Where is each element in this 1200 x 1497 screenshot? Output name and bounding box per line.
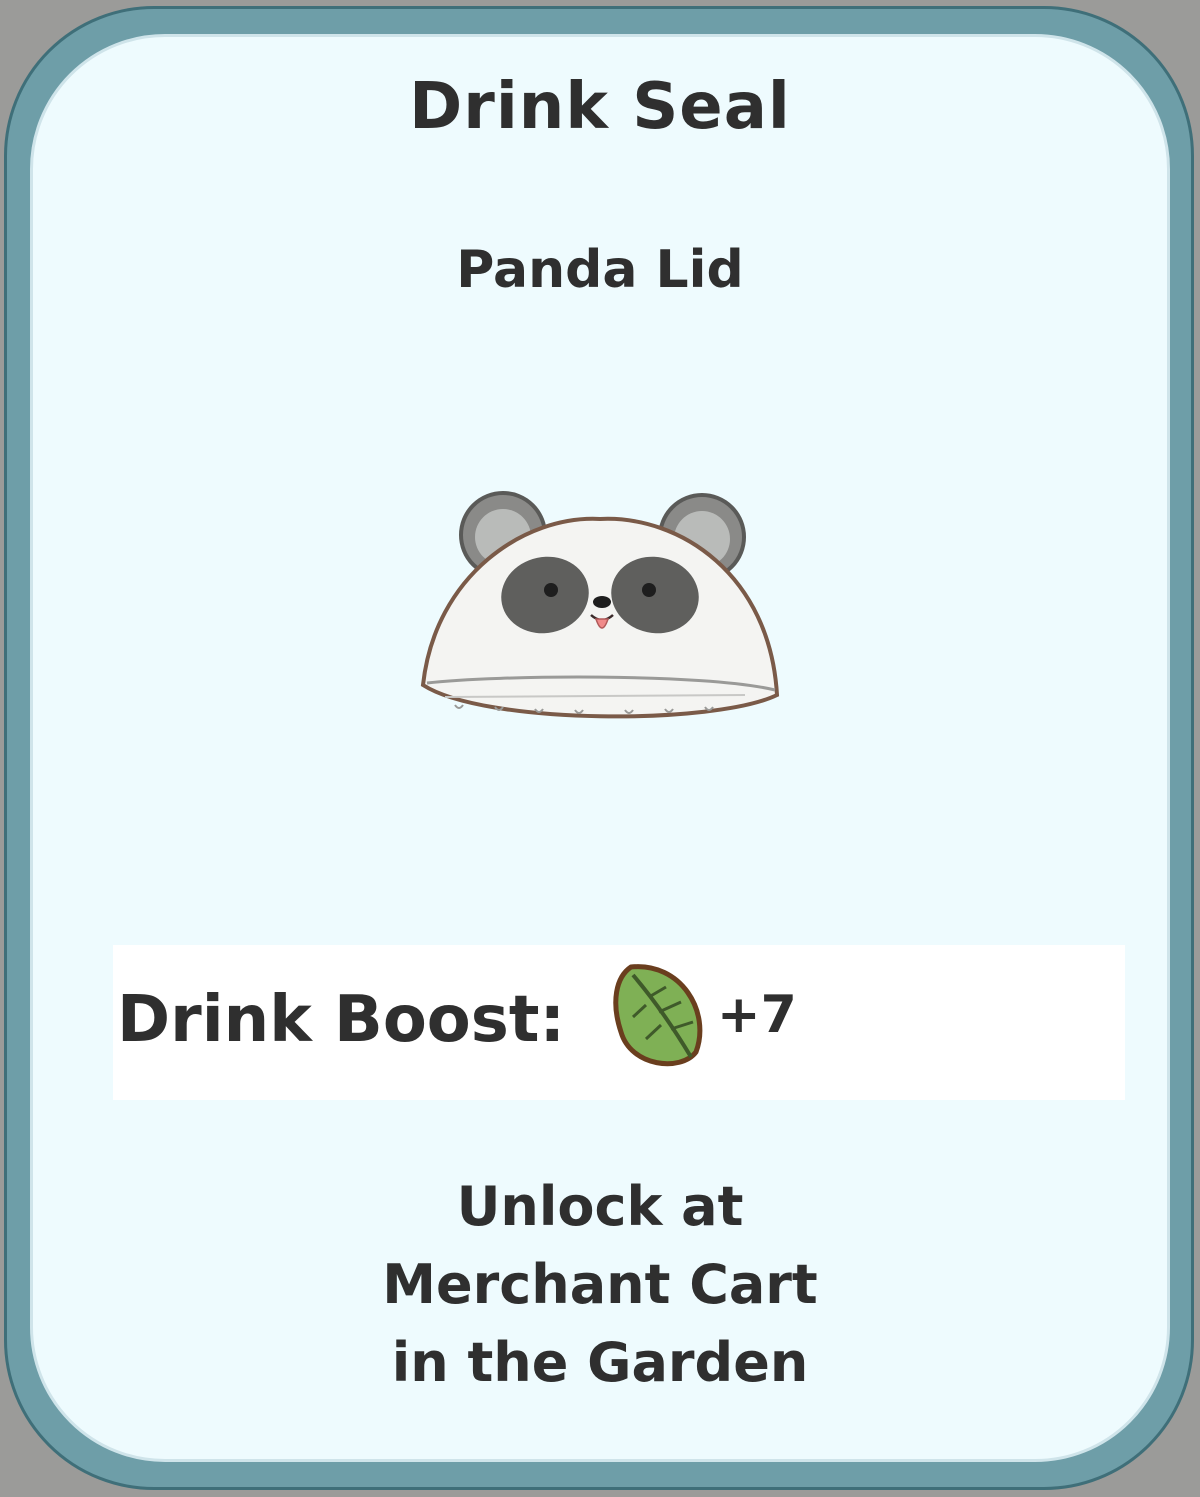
panda-lid-icon (420, 491, 780, 719)
unlock-line: Unlock at (456, 1175, 744, 1238)
unlock-line: Merchant Cart (382, 1253, 818, 1316)
unlock-line: in the Garden (391, 1331, 809, 1394)
drink-boost-row: Drink Boost: +7 (113, 945, 1125, 1100)
unlock-instructions: Unlock at Merchant Cart in the Garden (0, 1168, 1200, 1402)
drink-boost-label: Drink Boost: (117, 983, 566, 1057)
drink-boost-value: +7 (717, 985, 797, 1045)
item-name: Panda Lid (456, 240, 744, 300)
leaf-icon (613, 964, 703, 1067)
card-title: Drink Seal (409, 70, 791, 144)
